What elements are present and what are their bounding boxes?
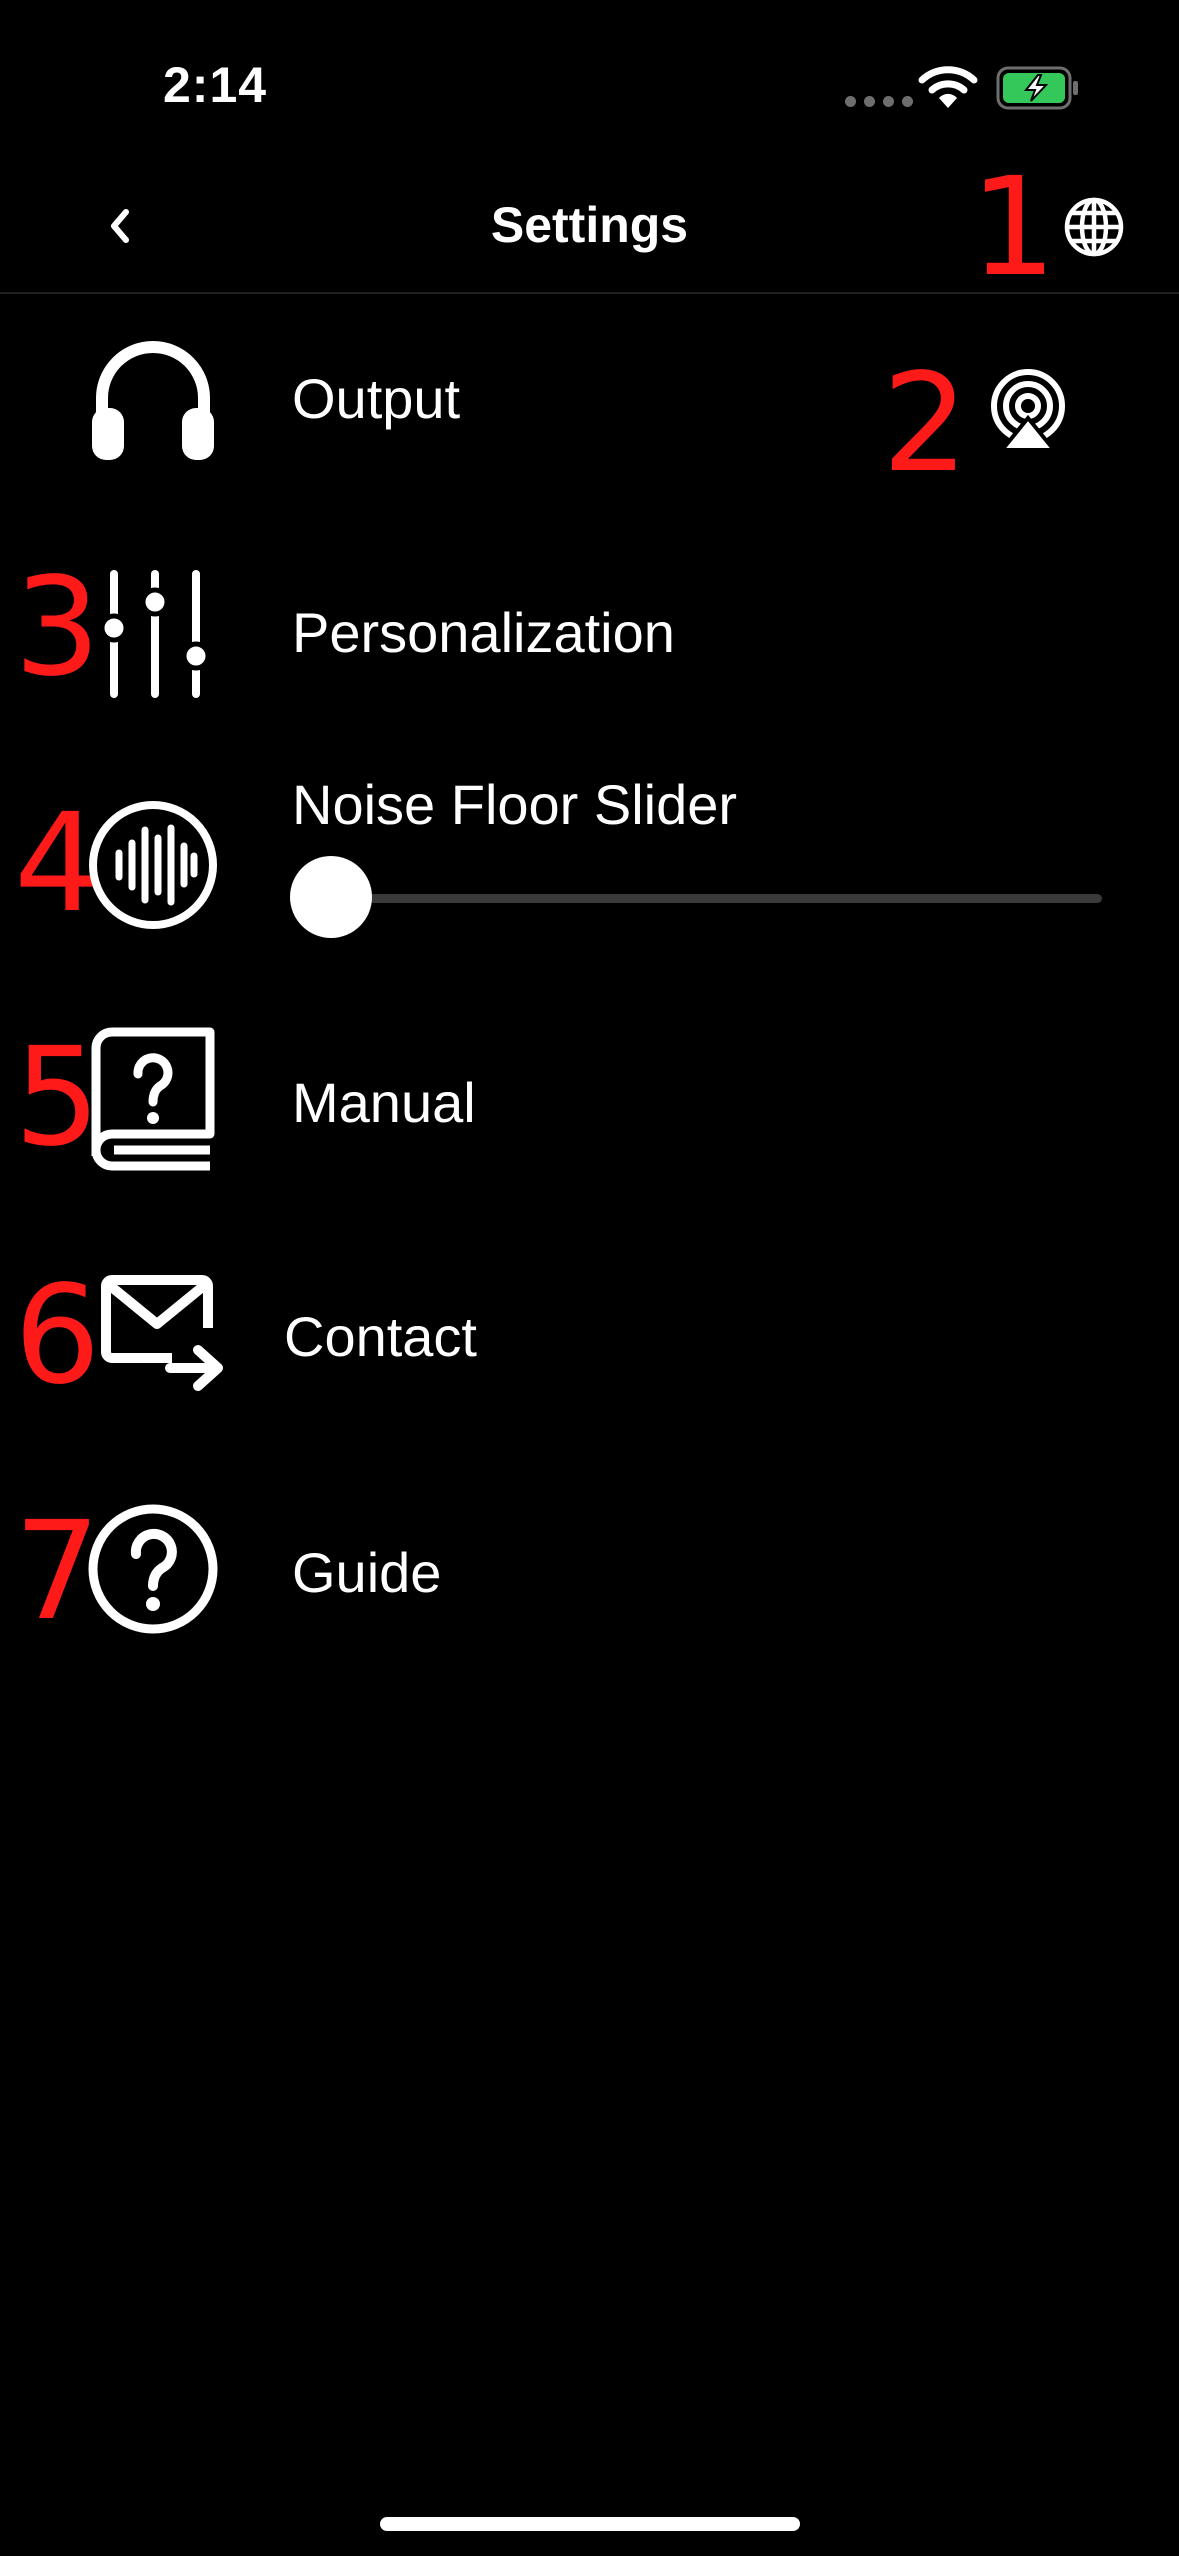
noise-floor-label: Noise Floor Slider	[292, 773, 738, 836]
waveform-circle-icon	[89, 801, 217, 929]
settings-row-guide[interactable]: Guide	[0, 1480, 1179, 1670]
status-time: 2:14	[163, 57, 268, 113]
annotation-number: 1	[970, 149, 1057, 307]
sliders-icon	[100, 570, 210, 698]
manual-label: Manual	[292, 1071, 476, 1134]
globe-icon	[1064, 197, 1124, 257]
settings-row-personalization[interactable]: Personalization	[0, 540, 1179, 730]
personalization-label: Personalization	[292, 601, 675, 664]
noise-floor-slider-track[interactable]	[330, 894, 1102, 903]
nav-divider	[0, 292, 1179, 294]
wifi-icon	[918, 66, 978, 108]
guide-label: Guide	[292, 1541, 442, 1604]
settings-row-contact[interactable]: Contact	[0, 1250, 1179, 1440]
output-label: Output	[292, 367, 461, 430]
headphones-icon	[92, 341, 214, 460]
contact-label: Contact	[284, 1305, 477, 1368]
language-button[interactable]	[1063, 196, 1125, 258]
cellular-signal-icon	[845, 96, 913, 107]
home-indicator[interactable]	[380, 2517, 800, 2531]
mail-forward-icon	[101, 1275, 223, 1391]
battery-charging-icon	[996, 66, 1078, 110]
airplay-audio-button[interactable]	[986, 366, 1070, 450]
question-circle-icon	[88, 1504, 218, 1634]
airplay-audio-icon	[991, 369, 1065, 450]
annotation-number: 2	[882, 345, 969, 503]
book-question-icon	[91, 1027, 215, 1171]
settings-row-manual[interactable]: Manual	[0, 1010, 1179, 1200]
noise-floor-slider-thumb[interactable]	[290, 856, 372, 938]
